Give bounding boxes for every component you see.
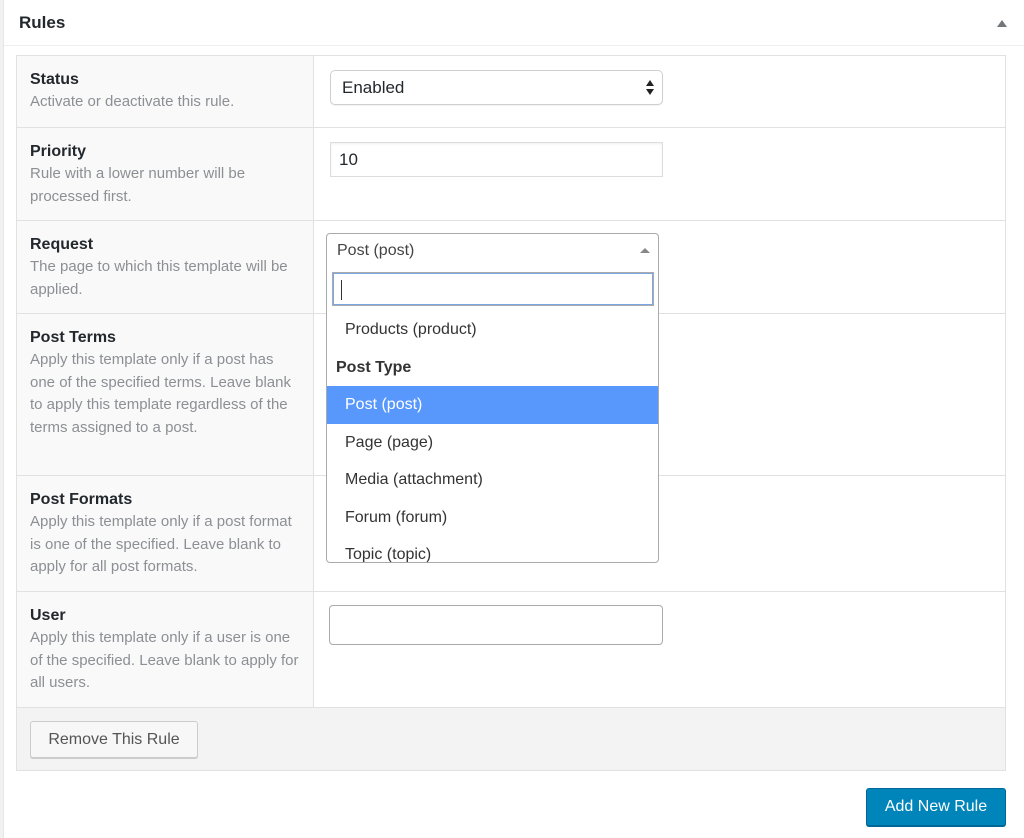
status-select-value: Enabled [342,78,405,97]
status-select[interactable]: Enabled [330,70,663,105]
rules-footer: Remove This Rule [17,708,1005,770]
row-description: Apply this template only if a post has o… [30,351,291,436]
user-select-input[interactable] [329,605,663,645]
add-new-rule-button[interactable]: Add New Rule [866,788,1006,826]
dropdown-option-product[interactable]: Products (product) [327,311,658,349]
dropdown-option-post[interactable]: Post (post) [327,386,658,424]
row-description: Activate or deactivate this rule. [30,93,235,110]
row-description: Rule with a lower number will be process… [30,165,246,205]
label-cell: Post Formats Apply this template only if… [17,476,314,591]
metabox-header: Rules [4,0,1024,46]
row-label: Status [30,71,79,88]
priority-input[interactable] [330,142,663,177]
label-cell: Request The page to which this template … [17,221,314,313]
label-cell: Priority Rule with a lower number will b… [17,128,314,220]
dropdown-option-topic[interactable]: Topic (topic) [327,536,658,562]
row-label: Request [30,236,94,253]
dropdown-search-input[interactable] [332,272,654,306]
row-label: Priority [30,143,87,160]
dropdown-option-forum[interactable]: Forum (forum) [327,499,658,537]
text-caret [341,280,342,300]
remove-rule-button[interactable]: Remove This Rule [30,721,198,758]
row-description: The page to which this template will be … [30,258,288,298]
request-select-value: Post (post) [337,242,415,259]
rule-row-user: User Apply this template only if a user … [17,592,1005,708]
row-description: Apply this template only if a user is on… [30,629,299,691]
row-label: Post Formats [30,491,133,508]
collapse-arrow-icon[interactable] [989,14,1013,34]
metabox-title: Rules [19,13,66,32]
rule-row-priority: Priority Rule with a lower number will b… [17,128,1005,221]
request-select[interactable]: Post (post) [326,233,659,268]
label-cell: Post Terms Apply this template only if a… [17,314,314,475]
row-label: User [30,607,66,624]
dropdown-options: Products (product) Post Type Post (post)… [327,311,658,562]
select-arrows-icon [645,80,655,96]
dropdown-option-page[interactable]: Page (page) [327,424,658,462]
rule-row-status: Status Activate or deactivate this rule.… [17,56,1005,128]
dropdown-group-post-type: Post Type [336,358,412,376]
row-label: Post Terms [30,329,116,346]
label-cell: User Apply this template only if a user … [17,592,314,707]
label-cell: Status Activate or deactivate this rule. [17,56,314,127]
row-description: Apply this template only if a post forma… [30,513,292,575]
dropdown-option-attachment[interactable]: Media (attachment) [327,461,658,499]
chevron-up-icon [640,248,650,253]
request-dropdown: Products (product) Post Type Post (post)… [326,267,659,563]
